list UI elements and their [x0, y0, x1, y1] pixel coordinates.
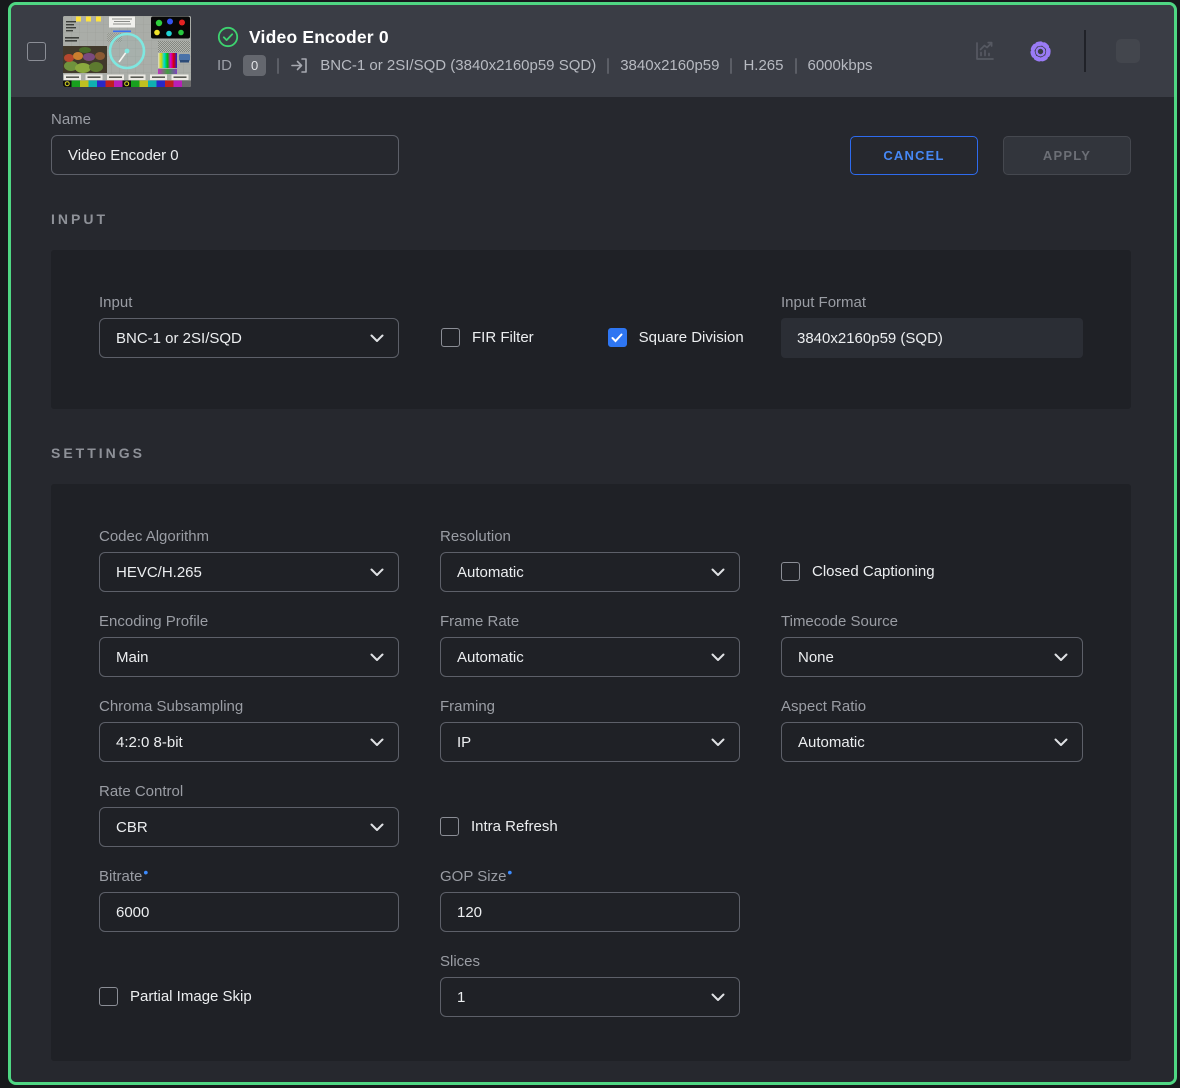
header-actions — [973, 30, 1140, 72]
square-division-label: Square Division — [639, 329, 744, 346]
cancel-button[interactable]: CANCEL — [850, 136, 978, 175]
chroma-subsampling-select[interactable]: 4:2:0 8-bit — [99, 722, 399, 762]
rate-control-label: Rate Control — [99, 783, 399, 800]
closed-captioning-label: Closed Captioning — [812, 563, 935, 580]
resolution-value: 3840x2160p59 — [620, 57, 719, 74]
codec-algorithm-select[interactable]: HEVC/H.265 — [99, 552, 399, 592]
input-label: Input — [99, 294, 399, 311]
required-mark: • — [143, 864, 148, 880]
id-label: ID — [217, 57, 232, 74]
input-format-value: 3840x2160p59 (SQD) — [797, 330, 943, 347]
chroma-subsampling-label: Chroma Subsampling — [99, 698, 399, 715]
id-badge: 0 — [243, 55, 266, 76]
chevron-down-icon — [370, 823, 384, 832]
chevron-down-icon — [1054, 738, 1068, 747]
resolution-select[interactable]: Automatic — [440, 552, 740, 592]
resolution-label: Resolution — [440, 528, 740, 545]
rate-control-select[interactable]: CBR — [99, 807, 399, 847]
fir-filter-label: FIR Filter — [472, 329, 534, 346]
meta-divider — [277, 58, 279, 74]
name-label: Name — [51, 111, 399, 128]
settings-section-heading: SETTINGS — [51, 445, 1131, 461]
closed-captioning-checkbox-box[interactable] — [781, 562, 800, 581]
settings-gear-icon[interactable] — [1027, 38, 1054, 65]
codec-algorithm-label: Codec Algorithm — [99, 528, 399, 545]
aspect-ratio-select[interactable]: Automatic — [781, 722, 1083, 762]
input-summary: BNC-1 or 2SI/SQD (3840x2160p59 SQD) — [320, 57, 596, 74]
partial-image-skip-checkbox-box[interactable] — [99, 987, 118, 1006]
slices-select[interactable]: 1 — [440, 977, 740, 1017]
chevron-down-icon — [711, 738, 725, 747]
gop-size-input[interactable] — [440, 892, 740, 932]
encoder-title: Video Encoder 0 — [249, 27, 389, 48]
frame-rate-select[interactable]: Automatic — [440, 637, 740, 677]
intra-refresh-checkbox-box[interactable] — [440, 817, 459, 836]
bitrate-label: Bitrate — [99, 868, 142, 885]
square-division-checkbox-box[interactable] — [608, 328, 627, 347]
fir-filter-checkbox-box[interactable] — [441, 328, 460, 347]
timecode-source-select[interactable]: None — [781, 637, 1083, 677]
chevron-down-icon — [1054, 653, 1068, 662]
closed-captioning-checkbox[interactable]: Closed Captioning — [781, 562, 935, 581]
square-division-checkbox[interactable]: Square Division — [608, 328, 744, 347]
encoder-header-info: Video Encoder 0 ID 0 BNC-1 or 2SI/SQD (3… — [217, 26, 873, 76]
input-format-field: 3840x2160p59 (SQD) — [781, 318, 1083, 358]
chevron-down-icon — [711, 653, 725, 662]
encoder-header: Video Encoder 0 ID 0 BNC-1 or 2SI/SQD (3… — [11, 5, 1174, 97]
meta-divider — [607, 58, 609, 74]
input-panel: Input BNC-1 or 2SI/SQD FIR Filter — [51, 250, 1131, 409]
encoder-config-window: Video Encoder 0 ID 0 BNC-1 or 2SI/SQD (3… — [8, 2, 1177, 1085]
frame-rate-label: Frame Rate — [440, 613, 740, 630]
partial-image-skip-checkbox[interactable]: Partial Image Skip — [99, 987, 252, 1006]
settings-panel: Codec Algorithm HEVC/H.265 Resolution Au… — [51, 484, 1131, 1061]
intra-refresh-label: Intra Refresh — [471, 818, 558, 835]
codec-value: H.265 — [743, 57, 783, 74]
chevron-down-icon — [370, 334, 384, 343]
input-select-value: BNC-1 or 2SI/SQD — [116, 330, 242, 347]
status-ok-icon — [217, 26, 239, 48]
aspect-ratio-label: Aspect Ratio — [781, 698, 1083, 715]
encoding-profile-label: Encoding Profile — [99, 613, 399, 630]
drag-handle[interactable] — [1116, 39, 1140, 63]
required-mark: • — [507, 864, 512, 880]
bitrate-input[interactable] — [99, 892, 399, 932]
chevron-down-icon — [711, 993, 725, 1002]
chevron-down-icon — [711, 568, 725, 577]
encoder-select-checkbox[interactable] — [27, 42, 46, 61]
framing-label: Framing — [440, 698, 740, 715]
encoding-profile-select[interactable]: Main — [99, 637, 399, 677]
name-input[interactable] — [51, 135, 399, 175]
timecode-source-label: Timecode Source — [781, 613, 1083, 630]
partial-image-skip-label: Partial Image Skip — [130, 988, 252, 1005]
encoder-form: Name CANCEL APPLY INPUT Input BNC-1 or 2… — [11, 97, 1174, 1082]
framing-select[interactable]: IP — [440, 722, 740, 762]
chevron-down-icon — [370, 568, 384, 577]
slices-label: Slices — [440, 953, 740, 970]
intra-refresh-checkbox[interactable]: Intra Refresh — [440, 817, 558, 836]
chevron-down-icon — [370, 738, 384, 747]
gop-size-label: GOP Size — [440, 868, 506, 885]
input-preview-thumbnail — [63, 16, 191, 87]
actions-divider — [1084, 30, 1086, 72]
input-format-label: Input Format — [781, 294, 1083, 311]
statistics-chart-icon[interactable] — [973, 39, 997, 63]
fir-filter-checkbox[interactable]: FIR Filter — [441, 328, 534, 347]
apply-button[interactable]: APPLY — [1003, 136, 1131, 175]
meta-divider — [730, 58, 732, 74]
bitrate-value: 6000kbps — [808, 57, 873, 74]
chevron-down-icon — [370, 653, 384, 662]
input-select[interactable]: BNC-1 or 2SI/SQD — [99, 318, 399, 358]
input-arrow-icon — [290, 56, 309, 75]
input-section-heading: INPUT — [51, 211, 1131, 227]
meta-divider — [795, 58, 797, 74]
